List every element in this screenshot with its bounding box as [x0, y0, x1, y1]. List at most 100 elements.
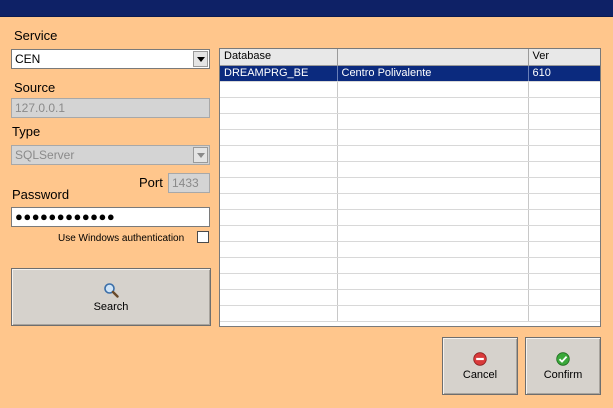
cancel-button-label: Cancel	[462, 368, 498, 381]
cancel-button[interactable]: Cancel	[442, 337, 518, 395]
table-row[interactable]	[220, 177, 600, 194]
table-cell	[528, 305, 600, 322]
table-row[interactable]	[220, 161, 600, 178]
table-cell	[528, 241, 600, 258]
service-dropdown-button[interactable]	[193, 51, 208, 67]
table-cell	[528, 209, 600, 226]
table-cell	[528, 273, 600, 290]
windows-auth-label: Use Windows authentication	[58, 233, 185, 244]
table-cell	[528, 113, 600, 130]
table-cell	[337, 97, 529, 114]
column-header-database[interactable]: Database	[220, 49, 338, 66]
port-label: Port	[139, 175, 163, 190]
table-cell	[528, 225, 600, 242]
table-row[interactable]: DREAMPRG_BE Centro Polivalente 610	[220, 65, 600, 82]
title-bar[interactable]	[0, 0, 613, 17]
table-cell	[528, 289, 600, 306]
table-row[interactable]	[220, 225, 600, 242]
service-dropdown[interactable]: CEN	[11, 49, 210, 69]
table-cell	[337, 145, 529, 162]
table-cell	[528, 129, 600, 146]
table-cell	[220, 145, 338, 162]
table-cell	[337, 241, 529, 258]
confirm-button-label: Confirm	[543, 368, 583, 381]
table-cell: Centro Polivalente	[337, 65, 529, 82]
table-cell	[220, 257, 338, 274]
table-cell	[220, 273, 338, 290]
type-label: Type	[12, 124, 41, 139]
table-cell	[337, 129, 529, 146]
table-cell	[528, 161, 600, 178]
grid-header-row: Database Ver	[220, 49, 600, 66]
table-cell	[337, 81, 529, 98]
table-row[interactable]	[220, 305, 600, 322]
table-row[interactable]	[220, 129, 600, 146]
table-cell	[220, 193, 338, 210]
table-cell	[337, 161, 529, 178]
database-table: Database Ver DREAMPRG_BE Centro Polivalen…	[220, 49, 600, 322]
table-row[interactable]	[220, 97, 600, 114]
table-cell: 610	[528, 65, 600, 82]
table-cell	[337, 193, 529, 210]
table-cell	[220, 225, 338, 242]
port-input[interactable]: 1433	[168, 173, 210, 193]
table-cell	[220, 241, 338, 258]
windows-auth-checkbox[interactable]	[197, 231, 209, 243]
table-cell	[337, 305, 529, 322]
table-cell	[337, 225, 529, 242]
service-label: Service	[14, 28, 58, 43]
table-cell	[528, 257, 600, 274]
table-row[interactable]	[220, 257, 600, 274]
table-cell	[220, 289, 338, 306]
table-cell	[220, 177, 338, 194]
type-value: SQLServer	[15, 148, 75, 162]
password-value: ●●●●●●●●●●●●	[15, 209, 116, 224]
table-cell	[220, 97, 338, 114]
search-button[interactable]: Search	[11, 268, 211, 326]
search-button-label: Search	[93, 300, 129, 313]
database-grid[interactable]: Database Ver DREAMPRG_BE Centro Polivalen…	[219, 48, 601, 327]
confirm-button[interactable]: Confirm	[525, 337, 601, 395]
cancel-icon	[473, 351, 487, 366]
chevron-down-icon	[196, 56, 205, 62]
source-value: 127.0.0.1	[15, 101, 66, 115]
table-row[interactable]	[220, 81, 600, 98]
column-header-description[interactable]	[337, 49, 529, 66]
confirm-icon	[556, 351, 570, 366]
table-cell	[220, 305, 338, 322]
type-dropdown[interactable]: SQLServer	[11, 145, 210, 165]
table-row[interactable]	[220, 289, 600, 306]
password-label: Password	[12, 187, 70, 202]
table-row[interactable]	[220, 193, 600, 210]
table-cell	[337, 113, 529, 130]
table-cell	[337, 289, 529, 306]
column-header-ver[interactable]: Ver	[528, 49, 600, 66]
table-cell	[528, 97, 600, 114]
table-cell	[528, 193, 600, 210]
table-cell	[337, 273, 529, 290]
chevron-down-icon	[196, 152, 205, 158]
source-label: Source	[14, 80, 56, 95]
type-dropdown-button[interactable]	[193, 147, 208, 163]
table-row[interactable]	[220, 113, 600, 130]
table-cell	[220, 129, 338, 146]
database-selection-window: Service CEN Source 127.0.0.1 Type SQLSer…	[0, 0, 613, 408]
table-row[interactable]	[220, 273, 600, 290]
table-row[interactable]	[220, 209, 600, 226]
table-cell	[528, 145, 600, 162]
table-cell	[528, 177, 600, 194]
table-cell	[220, 161, 338, 178]
password-input[interactable]: ●●●●●●●●●●●●	[11, 207, 210, 227]
table-cell	[220, 113, 338, 130]
table-row[interactable]	[220, 145, 600, 162]
table-cell: DREAMPRG_BE	[220, 65, 338, 82]
table-cell	[220, 81, 338, 98]
table-cell	[337, 177, 529, 194]
table-row[interactable]	[220, 241, 600, 258]
magnifier-icon	[104, 282, 119, 298]
service-value: CEN	[15, 52, 41, 66]
table-cell	[528, 81, 600, 98]
port-value: 1433	[172, 176, 199, 190]
source-input[interactable]: 127.0.0.1	[11, 98, 210, 118]
table-cell	[220, 209, 338, 226]
